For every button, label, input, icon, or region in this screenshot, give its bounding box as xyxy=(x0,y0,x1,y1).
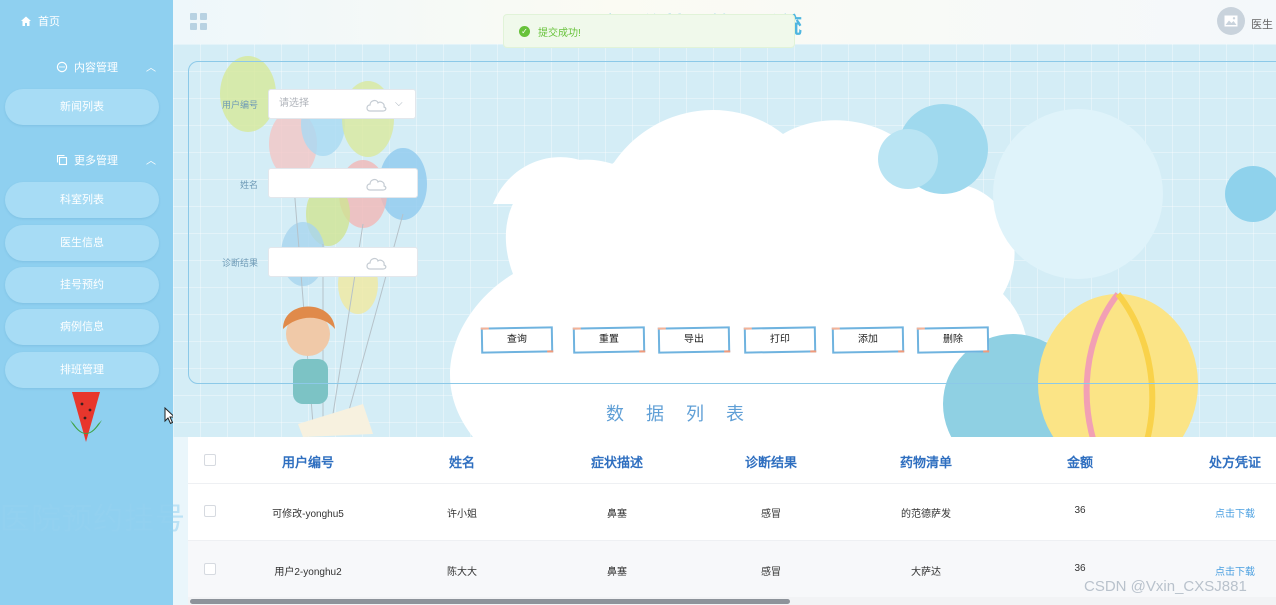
row-checkbox[interactable] xyxy=(204,563,216,575)
diagnosis-label: 诊断结果 xyxy=(221,258,258,268)
column-header[interactable]: 金额 xyxy=(1067,452,1093,471)
user-id-placeholder: 请选择 xyxy=(279,98,309,109)
export-button[interactable]: 导出 xyxy=(657,326,731,354)
cloud-icon xyxy=(366,257,387,270)
column-header[interactable]: 诊断结果 xyxy=(745,452,797,471)
column-header[interactable]: 处方凭证 xyxy=(1209,452,1261,471)
chat-icon xyxy=(56,61,68,73)
cloud-icon xyxy=(366,178,387,191)
table-cell: 36 xyxy=(1074,563,1086,574)
table-cell: 可修改-yonghu5 xyxy=(272,509,344,520)
table-cell: 陈大大 xyxy=(447,567,477,578)
csdn-watermark: CSDN @Vxin_CXSJ881 xyxy=(1084,578,1247,595)
name-label: 姓名 xyxy=(239,180,258,190)
table-cell: 用户2-yonghu2 xyxy=(274,567,342,578)
table-cell: 许小姐 xyxy=(447,509,477,520)
data-list-title: 数据列表 xyxy=(606,404,766,424)
column-header[interactable]: 药物清单 xyxy=(900,452,952,471)
column-header[interactable]: 姓名 xyxy=(449,452,475,471)
sidebar-background-text: 医院预约挂号 xyxy=(0,503,185,536)
sidebar: 首页 内容管理 ︿ 新闻列表 更多管理 ︿ 科室列表 医生信息 挂号预约 病例信… xyxy=(0,0,185,605)
sidebar-item-label: 病例信息 xyxy=(60,321,104,333)
toast-message: 提交成功! xyxy=(538,27,581,39)
sidebar-item-label: 排班管理 xyxy=(60,364,104,376)
watermelon-decoration xyxy=(70,392,102,442)
sidebar-item-appointments[interactable]: 挂号预约 xyxy=(5,267,159,303)
image-icon xyxy=(1224,15,1238,27)
table-row[interactable]: 可修改-yonghu5 许小姐 鼻塞 感冒 的范德萨发 36 点击下载 xyxy=(188,483,1276,541)
horizontal-scrollbar-thumb[interactable] xyxy=(190,599,790,604)
chevron-up-icon: ︿ xyxy=(146,63,156,74)
download-link[interactable]: 点击下载 xyxy=(1215,505,1255,520)
table-cell: 鼻塞 xyxy=(607,567,627,578)
user-id-label: 用户编号 xyxy=(221,100,258,110)
reset-button[interactable]: 重置 xyxy=(572,326,646,354)
cloud-icon xyxy=(366,99,387,112)
select-all-checkbox[interactable] xyxy=(204,454,216,466)
user-avatar[interactable] xyxy=(1217,7,1245,35)
menu-grid-icon[interactable] xyxy=(190,13,208,31)
sidebar-item-home[interactable]: 首页 xyxy=(20,12,60,30)
sidebar-item-departments[interactable]: 科室列表 xyxy=(5,182,159,218)
delete-button[interactable]: 删除 xyxy=(916,326,990,354)
table-cell: 感冒 xyxy=(761,567,781,578)
user-role-label: 医生 xyxy=(1251,19,1273,31)
sidebar-item-doctors[interactable]: 医生信息 xyxy=(5,225,159,261)
sidebar-group-content[interactable]: 内容管理 ︿ xyxy=(56,58,156,76)
sidebar-item-label: 医生信息 xyxy=(60,237,104,249)
table-cell: 鼻塞 xyxy=(607,509,627,520)
user-id-select[interactable]: 请选择 ⌵ xyxy=(268,89,416,119)
diagnosis-input[interactable] xyxy=(268,247,418,277)
column-header[interactable]: 用户编号 xyxy=(282,452,334,471)
success-toast: ✓ 提交成功! xyxy=(503,14,795,48)
column-header[interactable]: 症状描述 xyxy=(591,452,643,471)
name-input[interactable] xyxy=(268,168,418,198)
sidebar-item-schedule[interactable]: 排班管理 xyxy=(5,352,159,388)
print-button[interactable]: 打印 xyxy=(743,326,817,354)
table-header: 用户编号 姓名 症状描述 诊断结果 药物清单 金额 处方凭证 xyxy=(188,437,1276,484)
add-button[interactable]: 添加 xyxy=(831,326,905,354)
sidebar-item-label: 新闻列表 xyxy=(60,101,104,113)
copy-icon xyxy=(56,154,68,166)
sidebar-item-label: 首页 xyxy=(38,16,60,28)
sidebar-item-label: 科室列表 xyxy=(60,194,104,206)
sidebar-item-news[interactable]: 新闻列表 xyxy=(5,89,159,125)
table-cell: 大萨达 xyxy=(911,567,941,578)
sidebar-group-label: 内容管理 xyxy=(74,62,118,74)
table-cell: 36 xyxy=(1074,505,1086,516)
chevron-up-icon: ︿ xyxy=(146,156,156,167)
search-button[interactable]: 查询 xyxy=(480,326,554,354)
sidebar-group-label: 更多管理 xyxy=(74,155,118,167)
download-link[interactable]: 点击下载 xyxy=(1215,563,1255,578)
sidebar-group-more[interactable]: 更多管理 ︿ xyxy=(56,151,156,169)
table-cell: 感冒 xyxy=(761,509,781,520)
table-cell: 的范德萨发 xyxy=(901,509,951,520)
home-icon xyxy=(21,16,31,26)
sidebar-item-cases[interactable]: 病例信息 xyxy=(5,309,159,345)
check-circle-icon: ✓ xyxy=(519,25,530,37)
sidebar-item-label: 挂号预约 xyxy=(60,279,104,291)
row-checkbox[interactable] xyxy=(204,505,216,517)
chevron-down-icon: ⌵ xyxy=(395,98,403,109)
